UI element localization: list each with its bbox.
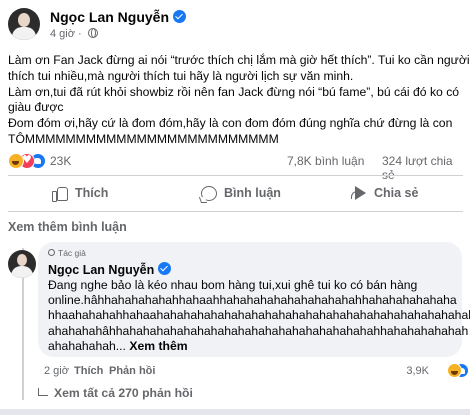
view-replies-link[interactable]: Xem tất cả 270 phản hồi xyxy=(38,386,193,400)
comment-count[interactable]: 7,8K bình luận xyxy=(287,154,364,168)
bottom-edge xyxy=(0,409,470,415)
like-icon xyxy=(52,185,68,202)
comment-author[interactable]: Ngọc Lan Nguyễn xyxy=(48,263,154,277)
post-text: Làm ơn Fan Jack đừng ai nói “trước thích… xyxy=(8,53,470,148)
share-button[interactable]: Chia sẻ xyxy=(351,178,418,208)
post-line: giàu được xyxy=(8,100,64,115)
comment-author-row[interactable]: Ngọc Lan Nguyễn xyxy=(48,262,172,277)
comment-button[interactable]: Bình luận xyxy=(201,178,281,208)
action-bar: Thích Bình luận Chia sẻ xyxy=(8,178,463,208)
badge-icon xyxy=(48,249,55,256)
like-label: Thích xyxy=(75,186,109,200)
comment-line: hhaahahahahhahaahahahahahahahahahahahaha… xyxy=(48,308,470,323)
post-line: Làm ơn,tui đã rút khỏi showbiz rồi nên f… xyxy=(8,84,460,99)
author-badge-label: Tác giả xyxy=(58,248,86,258)
comment-label: Bình luận xyxy=(224,186,281,200)
comment-icon xyxy=(201,185,217,201)
comment-line: ahahahahâhhahahahahahahahahahahahahahaha… xyxy=(48,323,469,338)
reply-arrow-icon xyxy=(38,388,48,396)
globe-icon xyxy=(87,28,98,38)
post-time[interactable]: 4 giờ xyxy=(50,28,75,40)
comment-bubble: Tác giả Ngọc Lan Nguyễn Đang nghe bảo là… xyxy=(38,242,470,357)
post-line: TÔMMMMMMMMMMMMMMMMMMMMMMMMM xyxy=(8,131,279,146)
comment-line-last: ahahahahah... Xem thêm xyxy=(48,339,458,354)
comment-text: Đang nghe bảo là kéo nhau bom hàng tui,x… xyxy=(48,278,470,354)
post-meta: 4 giờ · xyxy=(50,28,98,40)
author-name-row[interactable]: Ngọc Lan Nguyễn xyxy=(50,9,187,25)
share-icon xyxy=(351,186,367,200)
author-avatar[interactable] xyxy=(8,8,40,40)
comment-line: Đang nghe bảo là kéo nhau bom hàng tui,x… xyxy=(48,278,418,292)
post-line: Đom đóm ơi,hãy cứ là đom đóm,hãy là con … xyxy=(8,116,453,131)
haha-reaction-icon xyxy=(447,363,462,378)
comment-like-button[interactable]: Thích xyxy=(74,365,103,377)
verified-icon xyxy=(173,10,187,23)
reaction-icons[interactable] xyxy=(8,153,48,169)
see-more-link[interactable]: Xem thêm xyxy=(129,339,187,353)
like-button[interactable]: Thích xyxy=(52,178,108,208)
comment-reactions[interactable]: 3,9K xyxy=(406,363,469,378)
comment-avatar[interactable] xyxy=(8,250,36,278)
verified-icon xyxy=(158,262,172,275)
reaction-summary: 23K 7,8K bình luận 324 lượt chia sẻ xyxy=(8,152,463,182)
post-header: Ngọc Lan Nguyễn 4 giờ · xyxy=(8,6,463,46)
view-replies-label: Xem tất cả 270 phản hồi xyxy=(54,386,193,400)
share-label: Chia sẻ xyxy=(374,186,419,200)
divider xyxy=(8,211,463,212)
comment-line: online.hâhhahahahahahhahaahhahahahahahah… xyxy=(48,293,457,308)
comment-line: ahahahahah... xyxy=(48,338,126,353)
reaction-count[interactable]: 23K xyxy=(50,154,71,168)
comment-actions: 2 giờ Thích Phản hồi 3,9K xyxy=(44,363,469,380)
haha-reaction-icon xyxy=(8,153,24,169)
author-name[interactable]: Ngọc Lan Nguyễn xyxy=(50,9,169,25)
comment-reaction-count: 3,9K xyxy=(406,364,429,377)
post-line: thích tui nhiều,mà người thích tui hãy l… xyxy=(8,68,354,83)
more-comments-link[interactable]: Xem thêm bình luận xyxy=(8,220,127,234)
comment-reply-button[interactable]: Phản hồi xyxy=(109,365,155,377)
post-line: Làm ơn Fan Jack đừng ai nói “trước thích… xyxy=(8,53,470,67)
comment-time[interactable]: 2 giờ xyxy=(44,365,69,377)
author-badge: Tác giả xyxy=(48,248,86,258)
divider xyxy=(8,175,463,176)
